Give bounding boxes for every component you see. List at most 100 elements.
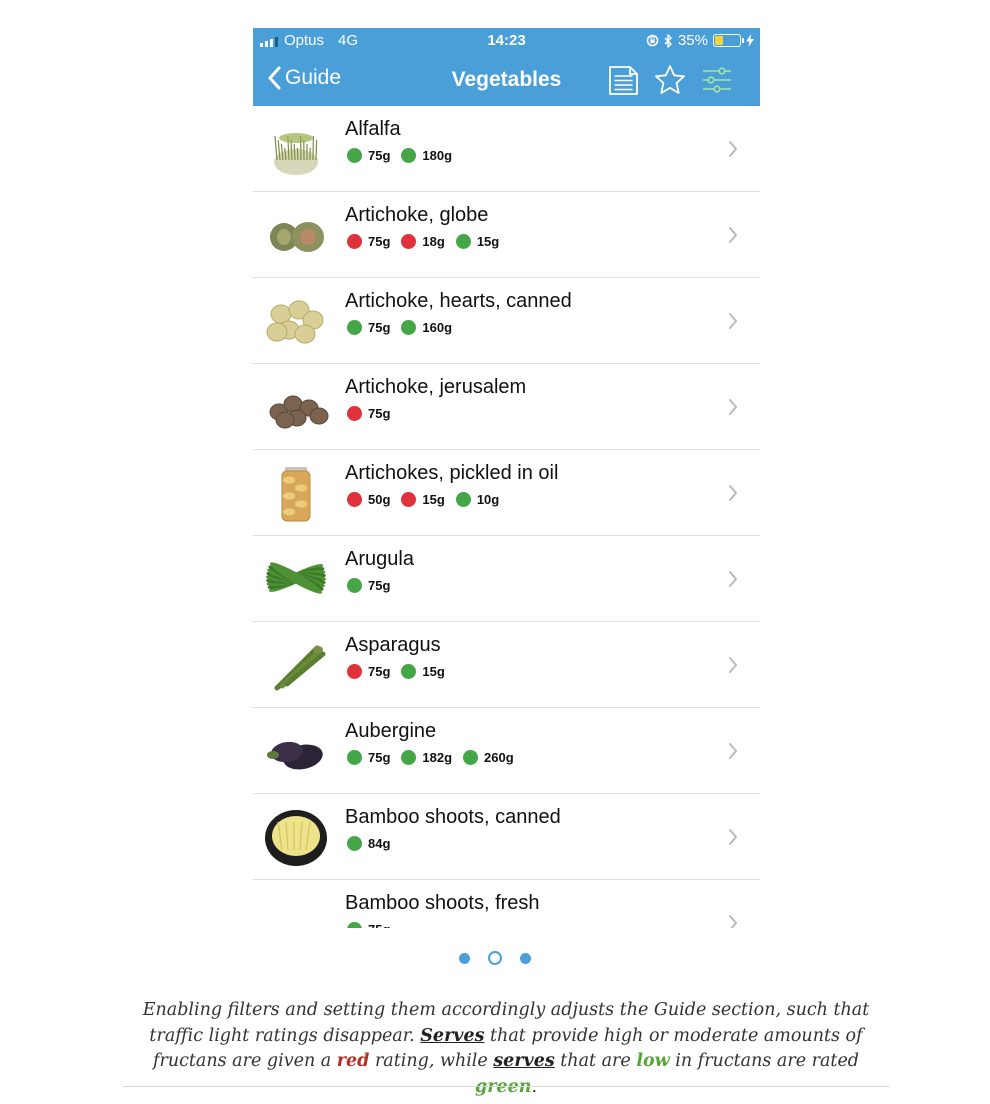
caption-serves-2: serves [493, 1051, 555, 1071]
list-item[interactable]: Bamboo shoots, fresh 75g [253, 880, 760, 928]
charging-bolt-icon [746, 34, 754, 47]
rating: 160g [401, 320, 452, 335]
list-item[interactable]: Alfalfa 75g 180g [253, 106, 760, 192]
rating: 15g [401, 664, 445, 679]
chevron-right-icon [729, 485, 737, 501]
serve-size-label: 75g [368, 664, 391, 679]
rating: 182g [401, 750, 452, 765]
green-rating-dot [401, 148, 417, 163]
rating: 260g [463, 750, 514, 765]
rating: 75g [347, 148, 390, 163]
rating: 75g [347, 664, 390, 679]
serve-size-label: 75g [368, 320, 391, 335]
bluetooth-icon [664, 33, 672, 48]
ratings-group: 84g [347, 836, 401, 851]
document-icon[interactable] [606, 63, 640, 97]
serve-size-label: 75g [368, 750, 391, 765]
phone-screen: Optus 4G 14:23 35% Guide Vegetables Alfa… [253, 28, 760, 928]
serve-size-label: 15g [476, 234, 500, 249]
rating: 18g [401, 234, 445, 249]
serve-size-label: 75g [368, 578, 391, 593]
page-dot[interactable] [520, 952, 531, 964]
rating: 75g [347, 578, 390, 593]
caption-text-3: rating, while [369, 1051, 494, 1071]
rating: 15g [455, 234, 500, 249]
green-rating-dot [347, 148, 362, 163]
list-item[interactable]: Artichokes, pickled in oil 50g 15g 10g [253, 450, 760, 536]
ratings-group: 75g [347, 578, 401, 593]
list-item[interactable]: Artichoke, hearts, canned 75g 160g [253, 278, 760, 364]
green-rating-dot [401, 320, 417, 335]
item-name: Alfalfa [345, 118, 401, 140]
serve-size-label: 260g [484, 750, 514, 765]
food-list: Alfalfa 75g 180g Artichoke, globe 75g 18g 15g A… [253, 106, 760, 928]
caption-red: red [336, 1051, 370, 1071]
rating: 75g [347, 234, 390, 249]
item-name: Asparagus [345, 634, 441, 656]
page-dot[interactable] [459, 952, 470, 964]
rating: 75g [347, 750, 390, 765]
item-name: Bamboo shoots, fresh [345, 892, 540, 914]
chevron-right-icon [729, 313, 737, 329]
rating: 75g [347, 320, 390, 335]
ratings-group: 75g [347, 922, 401, 928]
chevron-left-icon [268, 66, 281, 90]
green-rating-dot [347, 836, 362, 851]
caption-text-5: in fructans are rated [669, 1051, 860, 1071]
item-name: Arugula [345, 548, 414, 570]
green-rating-dot [463, 750, 479, 765]
ratings-group: 75g 180g [347, 148, 463, 163]
caption-text-4: that are [554, 1051, 637, 1071]
list-item[interactable]: Aubergine 75g 182g 260g [253, 708, 760, 794]
rotation-lock-icon [646, 34, 659, 47]
list-item[interactable]: Bamboo shoots, canned 84g [253, 794, 760, 880]
green-rating-dot [347, 320, 362, 335]
vegetable-photo [270, 222, 324, 252]
green-rating-dot [347, 750, 362, 765]
back-button[interactable]: Guide [267, 66, 341, 90]
green-rating-dot [455, 492, 471, 507]
vegetable-photo [265, 810, 327, 866]
page-dot[interactable] [488, 951, 502, 965]
vegetable-photo [281, 467, 311, 522]
chevron-right-icon [729, 829, 737, 845]
red-rating-dot [347, 234, 362, 249]
item-name: Bamboo shoots, canned [345, 806, 561, 828]
item-name: Artichoke, hearts, canned [345, 290, 572, 312]
item-name: Artichoke, globe [345, 204, 489, 226]
list-item[interactable]: Arugula 75g [253, 536, 760, 622]
caption: Enabling filters and setting them accord… [123, 998, 889, 1100]
rating: 50g [347, 492, 390, 507]
list-item[interactable]: Asparagus 75g 15g [253, 622, 760, 708]
list-item[interactable]: Artichoke, jerusalem 75g [253, 364, 760, 450]
serve-size-label: 160g [422, 320, 453, 335]
ratings-group: 75g 160g [347, 320, 463, 335]
rating: 84g [347, 836, 390, 851]
serve-size-label: 75g [368, 148, 391, 163]
chevron-right-icon [729, 743, 737, 759]
ratings-group: 75g 182g 260g [347, 750, 525, 765]
ratings-group: 75g 18g 15g [347, 234, 510, 249]
red-rating-dot [401, 234, 417, 249]
item-name: Aubergine [345, 720, 437, 742]
rating: 15g [401, 492, 445, 507]
serve-size-label: 75g [368, 922, 390, 928]
vegetable-photo [274, 133, 318, 175]
serve-size-label: 84g [368, 836, 391, 851]
filter-sliders-icon[interactable] [700, 63, 734, 97]
serve-size-label: 10g [476, 492, 500, 507]
vegetable-photo [263, 892, 329, 928]
star-icon[interactable] [653, 63, 687, 97]
green-rating-dot [347, 922, 362, 928]
item-name: Artichoke, jerusalem [345, 376, 527, 398]
green-rating-dot [401, 664, 417, 679]
divider [123, 1086, 889, 1087]
ratings-group: 75g [347, 406, 401, 421]
chevron-right-icon [729, 571, 737, 587]
red-rating-dot [347, 406, 362, 421]
serve-size-label: 180g [422, 148, 453, 163]
list-item[interactable]: Artichoke, globe 75g 18g 15g [253, 192, 760, 278]
battery-percent: 35% [677, 32, 708, 49]
serve-size-label: 15g [422, 492, 445, 507]
chevron-right-icon [729, 915, 737, 928]
